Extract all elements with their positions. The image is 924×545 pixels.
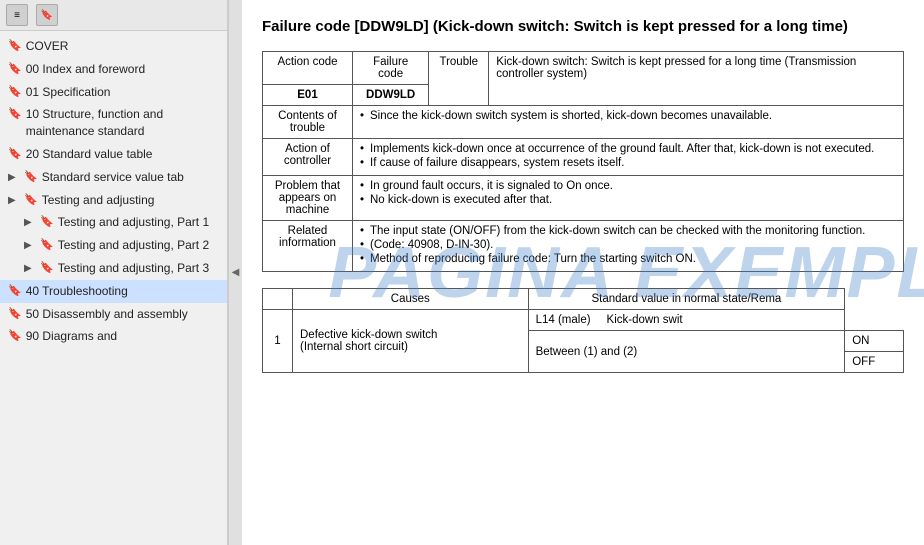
expander-icon-testing-p2: ▶ [24, 239, 36, 253]
content-item: The input state (ON/OFF) from the kick-d… [360, 225, 896, 237]
trouble-desc-cell: Kick-down switch: Switch is kept pressed… [489, 52, 904, 106]
sidebar-items: 🔖 COVER 🔖 00 Index and foreword 🔖 01 Specific… [0, 31, 227, 545]
bookmark-icon-cover: 🔖 [8, 39, 22, 54]
sidebar-item-standard-service[interactable]: ▶ 🔖 Standard service value tab [0, 166, 227, 189]
trouble-header: Trouble [429, 52, 489, 106]
sidebar-collapse-handle[interactable]: ◀ [228, 0, 242, 545]
info-row-3: Related information The input state (ON/O… [263, 221, 904, 272]
sidebar-item-testing-p1[interactable]: ▶ 🔖 Testing and adjusting, Part 1 [0, 211, 227, 234]
action-code-header: Action code [263, 52, 353, 85]
info-row-1: Action of controller Implements kick-down… [263, 139, 904, 176]
bookmark-toolbar-icon[interactable]: 🔖 [36, 4, 58, 26]
num-header [263, 289, 293, 310]
failure-info-table: Action code Failure code Trouble Kick-do… [262, 51, 904, 272]
sidebar-item-testing-adjusting[interactable]: ▶ 🔖 Testing and adjusting [0, 189, 227, 212]
bookmark-icon-90-diagrams: 🔖 [8, 329, 22, 344]
main-content: Failure code [DDW9LD] (Kick-down switch:… [242, 0, 924, 545]
sidebar-label-testing-p3: Testing and adjusting, Part 3 [58, 260, 221, 277]
off-value: OFF [845, 352, 904, 373]
sidebar-item-01-spec[interactable]: 🔖 01 Specification [0, 81, 227, 104]
bookmark-icon-00-index: 🔖 [8, 62, 22, 77]
bookmark-icon-testing-p2: 🔖 [40, 238, 54, 253]
bookmark-icon-50-disassembly: 🔖 [8, 307, 22, 322]
on-value: ON [845, 331, 904, 352]
expander-icon-testing-p3: ▶ [24, 262, 36, 276]
sidebar-label-20-standard: 20 Standard value table [26, 146, 221, 163]
sidebar-label-00-index: 00 Index and foreword [26, 61, 221, 78]
sidebar-item-testing-p3[interactable]: ▶ 🔖 Testing and adjusting, Part 3 [0, 257, 227, 280]
sidebar-item-testing-p2[interactable]: ▶ 🔖 Testing and adjusting, Part 2 [0, 234, 227, 257]
info-row-2: Problem that appears on machine In ground… [263, 176, 904, 221]
info-label-2: Problem that appears on machine [263, 176, 353, 221]
sidebar-label-testing-p1: Testing and adjusting, Part 1 [58, 214, 221, 231]
expander-icon-testing-p1: ▶ [24, 216, 36, 230]
info-content-1: Implements kick-down once at occurrence … [353, 139, 904, 176]
content-item: (Code: 40908, D-IN-30). [360, 239, 896, 251]
sidebar-label-40-trouble: 40 Troubleshooting [26, 283, 221, 300]
info-content-3: The input state (ON/OFF) from the kick-d… [353, 221, 904, 272]
sidebar-label-10-structure: 10 Structure, function and maintenance s… [26, 106, 221, 140]
check-point-l14: L14 (male) Kick-down swit [528, 310, 845, 331]
info-label-0: Contents of trouble [263, 106, 353, 139]
between-label: Between (1) and (2) [528, 331, 845, 373]
sidebar-label-cover: COVER [26, 38, 221, 55]
content-item: Method of reproducing failure code: Turn… [360, 253, 896, 265]
info-label-1: Action of controller [263, 139, 353, 176]
sidebar-label-testing-adjusting: Testing and adjusting [42, 192, 221, 209]
content-item: In ground fault occurs, it is signaled t… [360, 180, 896, 192]
info-content-0: Since the kick-down switch system is sho… [353, 106, 904, 139]
sidebar-item-00-index[interactable]: 🔖 00 Index and foreword [0, 58, 227, 81]
bookmark-icon-20-standard: 🔖 [8, 147, 22, 162]
content-item: No kick-down is executed after that. [360, 194, 896, 206]
bookmark-icon-testing-p1: 🔖 [40, 215, 54, 230]
sidebar-item-40-trouble[interactable]: 🔖 40 Troubleshooting [0, 280, 227, 303]
standard-value-header: Standard value in normal state/Rema [528, 289, 845, 310]
bookmark-icon-01-spec: 🔖 [8, 85, 22, 100]
cause-num: 1 [263, 310, 293, 373]
sidebar-label-testing-p2: Testing and adjusting, Part 2 [58, 237, 221, 254]
sidebar-item-cover[interactable]: 🔖 COVER [0, 35, 227, 58]
failure-code-header: Failure code [353, 52, 429, 85]
page-title: Failure code [DDW9LD] (Kick-down switch:… [262, 16, 904, 37]
content-item: If cause of failure disappears, system r… [360, 157, 896, 169]
sidebar-label-90-diagrams: 90 Diagrams and [26, 328, 221, 345]
info-content-2: In ground fault occurs, it is signaled t… [353, 176, 904, 221]
sidebar-item-10-structure[interactable]: 🔖 10 Structure, function and maintenance … [0, 103, 227, 143]
sidebar-item-50-disassembly[interactable]: 🔖 50 Disassembly and assembly [0, 303, 227, 326]
causes-header: Causes [293, 289, 529, 310]
sidebar-item-90-diagrams[interactable]: 🔖 90 Diagrams and [0, 325, 227, 348]
content-item: Implements kick-down once at occurrence … [360, 143, 896, 155]
cause-text: Defective kick-down switch(Internal shor… [293, 310, 529, 373]
sidebar-label-standard-service: Standard service value tab [42, 169, 221, 186]
cause-row-1: 1 Defective kick-down switch(Internal sh… [263, 310, 904, 331]
bookmark-icon-10-structure: 🔖 [8, 107, 22, 122]
action-code-value: E01 [263, 85, 353, 106]
sidebar-label-01-spec: 01 Specification [26, 84, 221, 101]
bookmark-icon-standard-service: 🔖 [24, 170, 38, 185]
bookmark-icon-40-trouble: 🔖 [8, 284, 22, 299]
expander-icon-standard-service: ▶ [8, 171, 20, 185]
sidebar-toolbar: ≡ 🔖 [0, 0, 227, 31]
bookmark-icon-testing-adjusting: 🔖 [24, 193, 38, 208]
menu-icon[interactable]: ≡ [6, 4, 28, 26]
sidebar-item-20-standard[interactable]: 🔖 20 Standard value table [0, 143, 227, 166]
expander-icon-testing-adjusting: ▶ [8, 194, 20, 208]
sidebar: ≡ 🔖 🔖 COVER 🔖 00 Index and foreword 🔖 01 Spec… [0, 0, 228, 545]
info-label-3: Related information [263, 221, 353, 272]
sidebar-label-50-disassembly: 50 Disassembly and assembly [26, 306, 221, 323]
failure-code-value: DDW9LD [353, 85, 429, 106]
causes-table: Causes Standard value in normal state/Re… [262, 288, 904, 373]
content-item: Since the kick-down switch system is sho… [360, 110, 896, 122]
info-row-0: Contents of trouble Since the kick-down s… [263, 106, 904, 139]
bookmark-icon-testing-p3: 🔖 [40, 261, 54, 276]
